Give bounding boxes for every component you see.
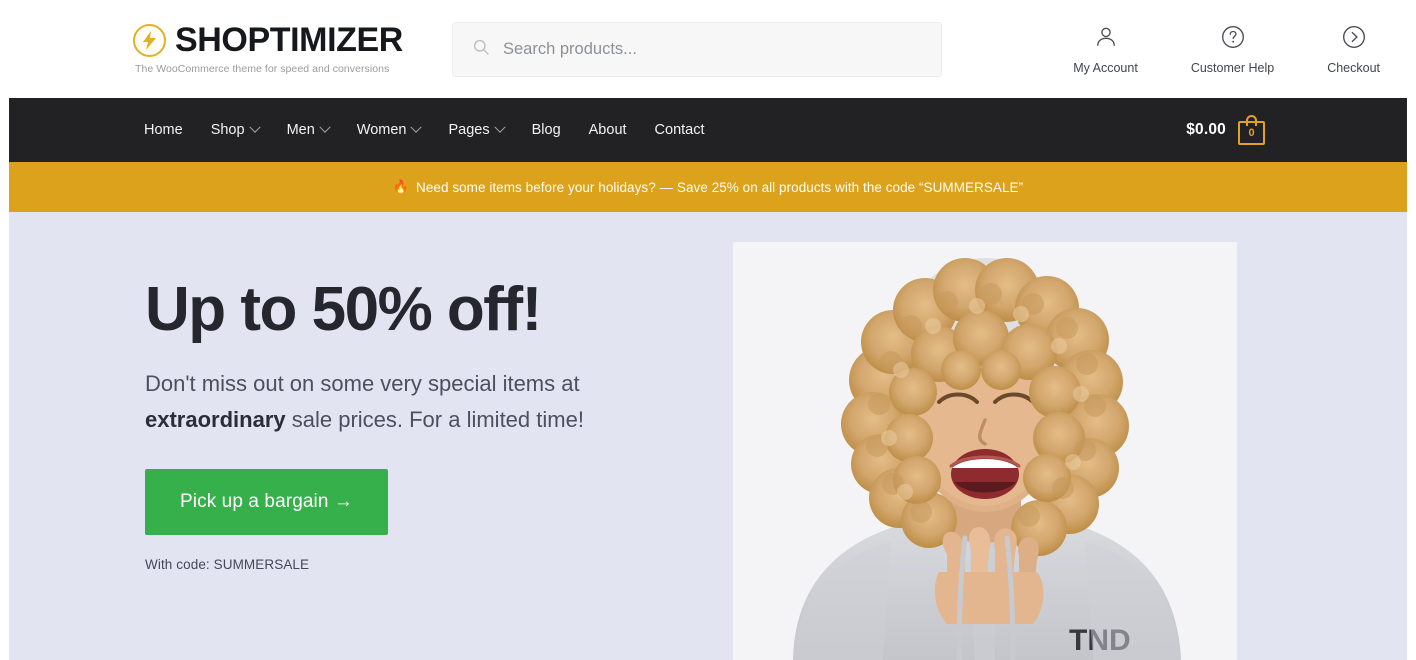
nav-label-about: About (588, 122, 627, 138)
brand-row: SHOPTIMIZER (133, 23, 403, 57)
search-bar[interactable] (452, 21, 942, 77)
promo-text: Need some items before your holidays? — … (416, 179, 1024, 195)
chevron-down-icon (493, 121, 506, 133)
hero-copy: Up to 50% off! Don't miss out on some ve… (9, 212, 609, 660)
brand-logo[interactable]: SHOPTIMIZER The WooCommerce theme for sp… (133, 23, 433, 75)
customer-help-label: Customer Help (1190, 61, 1275, 75)
chevron-down-icon (410, 121, 423, 133)
search-input[interactable] (503, 39, 921, 59)
hero-section: Up to 50% off! Don't miss out on some ve… (9, 212, 1407, 660)
promo-banner[interactable]: 🔥 Need some items before your holidays? … (9, 162, 1407, 212)
nav-item-men[interactable]: Men (273, 121, 343, 138)
user-icon (1094, 25, 1118, 54)
nav-label-women: Women (356, 122, 407, 138)
nav-label-home: Home (144, 122, 183, 138)
nav-item-contact[interactable]: Contact (641, 122, 719, 138)
nav-label-blog: Blog (531, 122, 561, 138)
cart-total: $0.00 (1186, 121, 1226, 138)
nav-list: Home Shop Men Women Pages Blog About Con… (134, 121, 719, 138)
hero-image: TND (733, 242, 1237, 660)
nav-item-shop[interactable]: Shop (197, 121, 273, 138)
checkout-label: Checkout (1327, 61, 1380, 75)
search-icon (473, 39, 489, 60)
cart-count: 0 (1248, 127, 1255, 139)
question-circle-icon (1221, 25, 1245, 54)
hero-title: Up to 50% off! (145, 275, 542, 344)
nav-label-contact: Contact (654, 122, 705, 138)
fire-icon: 🔥 (392, 179, 410, 194)
lightning-bolt-circle-icon (133, 23, 166, 57)
nav-label-shop: Shop (210, 122, 245, 138)
chevron-right-circle-icon (1342, 25, 1366, 54)
pick-up-a-bargain-button[interactable]: Pick up a bargain → (145, 469, 388, 536)
my-account-button[interactable]: My Account (1073, 25, 1138, 75)
hero-subtitle: Don't miss out on some very special item… (145, 366, 609, 437)
my-account-label: My Account (1073, 61, 1138, 75)
customer-help-button[interactable]: Customer Help (1191, 25, 1274, 75)
brand-tagline: The WooCommerce theme for speed and conv… (135, 63, 390, 75)
nav-item-home[interactable]: Home (134, 122, 197, 138)
shopping-bag-icon: 0 (1238, 115, 1265, 145)
brand-name: SHOPTIMIZER (175, 21, 403, 59)
hero-code-note: With code: SUMMERSALE (145, 557, 310, 573)
header-actions: My Account Customer Help Checkout (1073, 23, 1380, 75)
page-root: SHOPTIMIZER The WooCommerce theme for sp… (0, 0, 1416, 660)
nav-item-women[interactable]: Women (343, 121, 435, 138)
hero-subtitle-line1: Don't miss out on some very special item… (145, 371, 580, 397)
hero-image-illustration: TND (733, 242, 1237, 660)
nav-label-men: Men (286, 122, 315, 138)
nav-item-blog[interactable]: Blog (518, 122, 575, 138)
hero-subtitle-emphasis: extraordinary (145, 406, 286, 432)
nav-item-about[interactable]: About (575, 122, 641, 138)
hero-subtitle-line2: sale prices. For a limited time! (285, 406, 584, 432)
chevron-down-icon (319, 121, 331, 133)
nav-item-pages[interactable]: Pages (434, 121, 517, 138)
checkout-button[interactable]: Checkout (1327, 25, 1380, 75)
main-navigation: Home Shop Men Women Pages Blog About Con… (9, 98, 1407, 162)
nav-label-pages: Pages (448, 122, 490, 138)
cart-button[interactable]: $0.00 0 (1186, 115, 1265, 145)
chevron-down-icon (248, 121, 261, 133)
site-header: SHOPTIMIZER The WooCommerce theme for sp… (0, 0, 1416, 98)
